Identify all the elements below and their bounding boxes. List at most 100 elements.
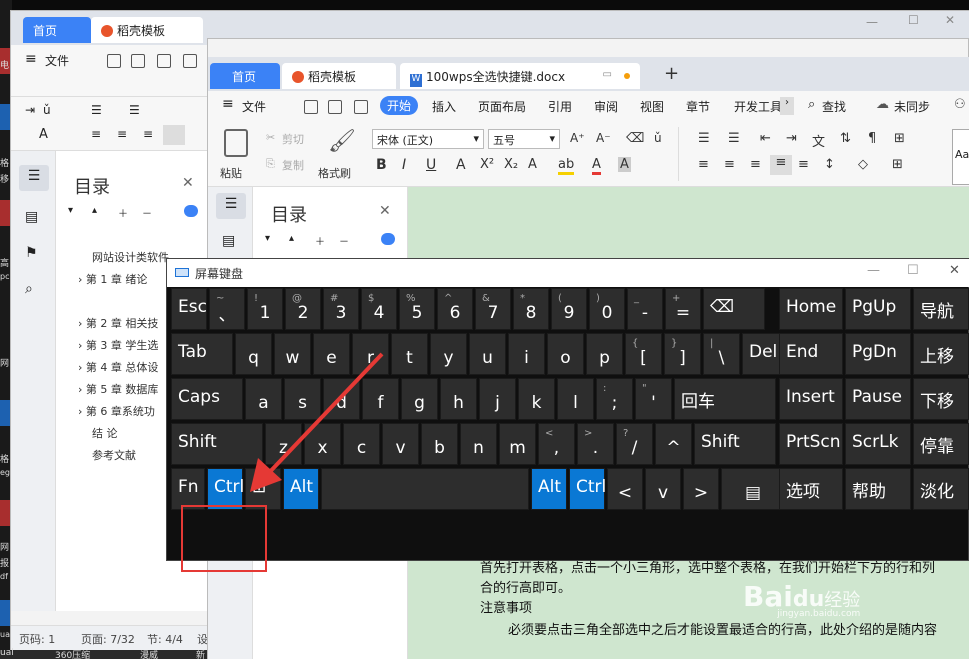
key-arrow-left[interactable]: < [607,468,643,510]
key-nav-symbol[interactable]: 上移 [913,333,969,375]
taskbar-item[interactable]: 新 [196,648,205,659]
key-digit-5[interactable]: % 5 [399,288,435,330]
key-nav-symbol[interactable]: 淡化 [913,468,969,510]
key-o[interactable]: o [547,333,584,375]
key-nav-home[interactable]: Home [779,288,843,330]
bold-icon[interactable]: B [376,157,387,173]
front-tab-home[interactable]: 首页 [210,63,280,89]
key-k[interactable]: k [518,378,555,420]
key-shift-right[interactable]: Shift [694,423,776,465]
menu-view[interactable]: 视图 [640,98,664,115]
numbered-list-icon[interactable]: ☰ [129,103,140,117]
save-icon[interactable] [304,99,318,114]
key-symbol[interactable]: ? / [616,423,653,465]
toc-item[interactable]: › 第 5 章 数据库 [78,381,158,397]
key-digit-6[interactable]: ^ 6 [437,288,473,330]
menu-layout[interactable]: 页面布局 [478,98,526,115]
key-digit-7[interactable]: & 7 [475,288,511,330]
print-preview-icon[interactable] [157,53,171,68]
menu-references[interactable]: 引用 [548,98,572,115]
sync-status[interactable]: 未同步 [894,98,930,115]
key-digit-2[interactable]: @2 [285,288,321,330]
expand-icon[interactable]: ▴ [92,205,97,216]
superscript-icon[interactable]: X² [480,157,494,172]
maximize-icon[interactable]: ☐ [908,13,919,27]
outdent-icon[interactable]: ⇤ [760,131,771,146]
justify-icon[interactable] [163,125,185,145]
key-arrow-up[interactable]: ^ [655,423,692,465]
style-gallery[interactable]: Aa [952,129,969,185]
key-nav-end[interactable]: End [779,333,843,375]
key-arrow-right[interactable]: > [683,468,719,510]
key-symbol[interactable]: | \ [703,333,740,375]
subscript-icon[interactable]: X₂ [504,157,518,172]
font-size-select[interactable]: 五号 ▾ [488,129,560,149]
search-nav-icon[interactable]: ⌕ [25,281,33,297]
search-icon[interactable]: ⌕ [808,97,815,112]
cut-icon[interactable]: ✂ [266,131,275,144]
add-heading-icon[interactable]: ＋ [118,205,128,220]
italic-icon[interactable]: I [402,157,406,173]
pages-nav-icon[interactable]: ▤ [25,209,38,225]
doc-paragraph[interactable]: 必须要点击三角全部选中之后才能设置最适合的行高，此处介绍的是随内容 [508,619,937,638]
key-digit-symbol[interactable]: ~、 [209,288,245,330]
copy-button[interactable]: 复制 [282,157,304,173]
toc-nav-icon[interactable]: ☰ [216,193,246,219]
bookmark-nav-icon[interactable]: ⚑ [25,245,38,261]
clear-format-icon[interactable]: ⌫ [626,131,644,146]
font-family-select[interactable]: 宋体 (正文) ▾ [372,129,484,149]
key-menu[interactable]: ▤ [721,468,785,510]
menu-home[interactable]: 开始 [380,96,419,115]
grow-font-icon[interactable]: A⁺ [570,131,585,145]
toc-item[interactable]: 参考文献 [92,447,136,463]
key-symbol[interactable]: }] [664,333,701,375]
key-fn[interactable]: Fn [171,468,205,510]
pages-nav-icon[interactable]: ▤ [222,233,235,249]
key-tab[interactable]: Tab [171,333,233,375]
sort-icon[interactable]: ⇅ [840,131,851,146]
distribute-icon[interactable]: ≡ [798,157,809,172]
indent-icon[interactable]: ⇥ [25,103,35,117]
toc-item[interactable]: › 第 4 章 总体设 [78,359,158,375]
front-tab-document[interactable]: W 100wps全选快捷键.docx ▭ [400,63,640,89]
key-g[interactable]: g [401,378,438,420]
char-shading-icon[interactable]: A [618,157,631,172]
justify-icon[interactable]: ≡ [770,155,792,175]
key-digit-symbol[interactable]: + = [665,288,701,330]
indent-icon[interactable]: ⇥ [786,131,797,146]
align-right-icon[interactable]: ≡ [143,127,153,141]
key-enter[interactable]: 回车 [674,378,776,420]
key-symbol[interactable]: {[ [625,333,662,375]
key-caps[interactable]: Caps [171,378,243,420]
chinese-layout-icon[interactable]: 文 [812,131,825,150]
print-icon[interactable] [131,53,145,68]
numbered-list-icon[interactable]: ☰ [728,131,740,146]
key-y[interactable]: y [430,333,467,375]
key-b[interactable]: b [421,423,458,465]
key-nav-scrlk[interactable]: ScrLk [845,423,911,465]
key-l[interactable]: l [557,378,594,420]
shading-icon[interactable]: ◇ [858,157,868,172]
taskbar-item[interactable]: 漫威 [140,648,158,659]
key-digit-1[interactable]: ! 1 [247,288,283,330]
hamburger-icon[interactable]: ≡ [222,96,234,112]
menu-file[interactable]: 文件 [242,98,266,115]
key-n[interactable]: n [460,423,497,465]
collab-icon[interactable]: ⚇ [954,97,966,112]
menu-developer[interactable]: 开发工具 [734,98,780,115]
key-digit-0[interactable]: ) 0 [589,288,625,330]
key-nav-pgdn[interactable]: PgDn [845,333,911,375]
file-menu[interactable]: 文件 [45,52,69,69]
menu-chapter[interactable]: 章节 [686,98,710,115]
doc-heading[interactable]: 注意事项 [480,597,532,616]
toc-item[interactable]: 结 论 [92,425,118,441]
bullet-list-icon[interactable]: ☰ [91,103,102,117]
menu-scroll-right[interactable]: › [780,97,794,115]
key-digit-8[interactable]: * 8 [513,288,549,330]
key-backspace[interactable]: ⌫ [703,288,765,330]
key-j[interactable]: j [479,378,516,420]
toc-item[interactable]: › 第 2 章 相关技 [78,315,158,331]
align-center-icon[interactable]: ≡ [724,157,735,172]
key-nav-symbol[interactable]: 导航 [913,288,969,330]
front-tab-template[interactable]: 稻壳模板 [282,63,396,89]
